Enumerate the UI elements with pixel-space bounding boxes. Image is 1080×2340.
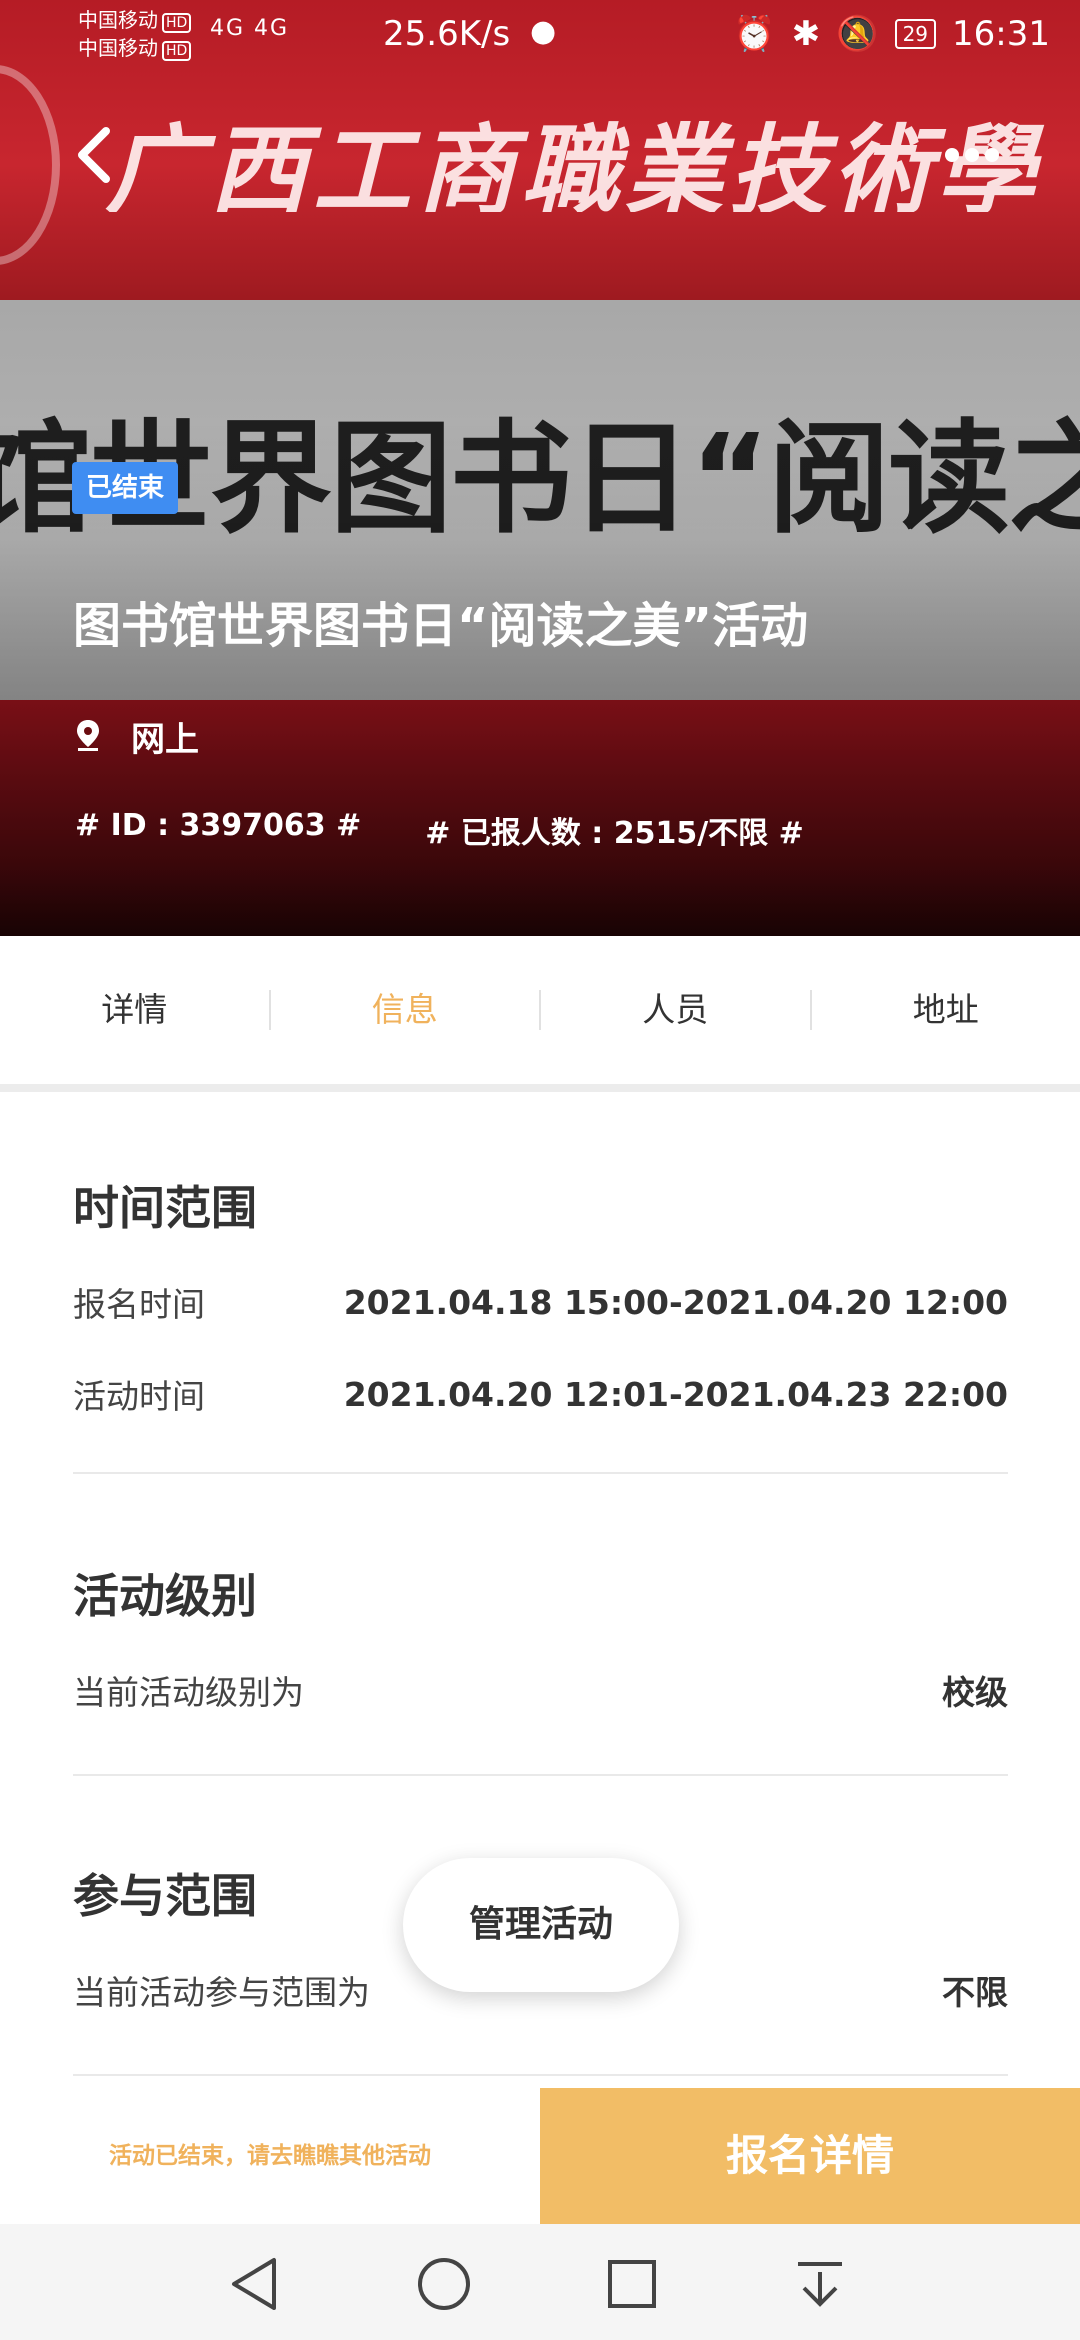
level-section: 活动级别 当前活动级别为 校级	[73, 1560, 1008, 1714]
level-label: 当前活动级别为	[73, 1673, 304, 1712]
scope-value: 不限	[942, 1973, 1008, 2012]
mute-icon: 🔕	[836, 14, 879, 54]
bluetooth-icon: ✱	[791, 14, 821, 54]
hd-badge: HD	[162, 41, 192, 61]
status-bar: 中国移动 HD 中国移动 HD 4G 4G 25.6K/s ● ⏰ ✱ 🔕 29 1…	[0, 0, 1080, 70]
section-title: 时间范围	[73, 1181, 257, 1235]
section-divider	[73, 2074, 1008, 2076]
status-right-icons: ⏰ ✱ 🔕 29 16:31	[733, 14, 1050, 54]
enrolled-count: # 已报人数 : 2515/不限 #	[425, 816, 804, 851]
back-arrow-icon[interactable]	[70, 125, 120, 185]
scope-label: 当前活动参与范围为	[73, 1973, 370, 2012]
signup-time-row: 报名时间 2021.04.18 15:00-2021.04.20 12:00	[73, 1278, 1008, 1326]
level-row: 当前活动级别为 校级	[73, 1666, 1008, 1714]
manage-activity-button[interactable]: 管理活动	[403, 1858, 679, 1992]
section-title: 活动级别	[73, 1569, 257, 1623]
activity-time-label: 活动时间	[73, 1377, 205, 1416]
system-navigation-bar	[0, 2224, 1080, 2340]
activity-location: 网上	[75, 712, 199, 761]
signup-time-label: 报名时间	[73, 1285, 205, 1324]
time-section: 时间范围 报名时间 2021.04.18 15:00-2021.04.20 12…	[73, 1172, 1008, 1418]
carrier-1: 中国移动	[78, 8, 158, 32]
activity-time-value: 2021.04.20 12:01-2021.04.23 22:00	[343, 1374, 1008, 1414]
level-value: 校级	[942, 1673, 1008, 1712]
battery-icon: 29	[894, 19, 937, 49]
clock: 16:31	[952, 14, 1050, 54]
registration-details-button[interactable]: 报名详情	[540, 2088, 1080, 2224]
bottom-action-bar: 活动已结束，请去瞧瞧其他活动 报名详情	[0, 2088, 1080, 2224]
location-text: 网上	[131, 720, 199, 760]
tab-address[interactable]: 地址	[812, 936, 1080, 1084]
school-seal	[0, 65, 60, 265]
nav-recents-icon[interactable]	[602, 2254, 662, 2314]
activity-title: 图书馆世界图书日“阅读之美”活动	[73, 598, 809, 654]
section-divider	[73, 1774, 1008, 1776]
location-pin-icon	[75, 719, 101, 755]
alarm-icon: ⏰	[733, 14, 776, 54]
school-name-banner: 广西工商職業技術學	[105, 114, 1042, 212]
carrier-info: 中国移动 HD 中国移动 HD	[78, 8, 192, 64]
hd-badge: HD	[162, 13, 192, 33]
tab-details[interactable]: 详情	[0, 936, 269, 1084]
status-badge: 已结束	[72, 462, 179, 514]
carrier-2: 中国移动	[78, 36, 158, 60]
nav-back-icon[interactable]	[226, 2254, 286, 2314]
tab-bar-divider	[0, 1084, 1080, 1092]
tab-info[interactable]: 信息	[271, 936, 540, 1084]
nav-home-icon[interactable]	[414, 2254, 474, 2314]
tab-bar: 详情 信息 人员 地址	[0, 936, 1080, 1084]
nav-notifications-icon[interactable]	[790, 2254, 850, 2314]
wechat-icon: ●	[530, 14, 557, 49]
section-divider	[73, 1472, 1008, 1474]
activity-meta: # ID : 3397063 # # 已报人数 : 2515/不限 #	[75, 808, 804, 852]
activity-ended-tip: 活动已结束，请去瞧瞧其他活动	[0, 2088, 540, 2224]
tab-members[interactable]: 人员	[541, 936, 810, 1084]
activity-time-row: 活动时间 2021.04.20 12:01-2021.04.23 22:00	[73, 1370, 1008, 1418]
network-speed: 25.6K/s	[383, 14, 511, 54]
activity-id: # ID : 3397063 #	[75, 808, 362, 843]
signal-icon: 4G 4G	[210, 16, 290, 41]
more-icon[interactable]	[942, 140, 1002, 170]
signup-time-value: 2021.04.18 15:00-2021.04.20 12:00	[343, 1282, 1008, 1322]
